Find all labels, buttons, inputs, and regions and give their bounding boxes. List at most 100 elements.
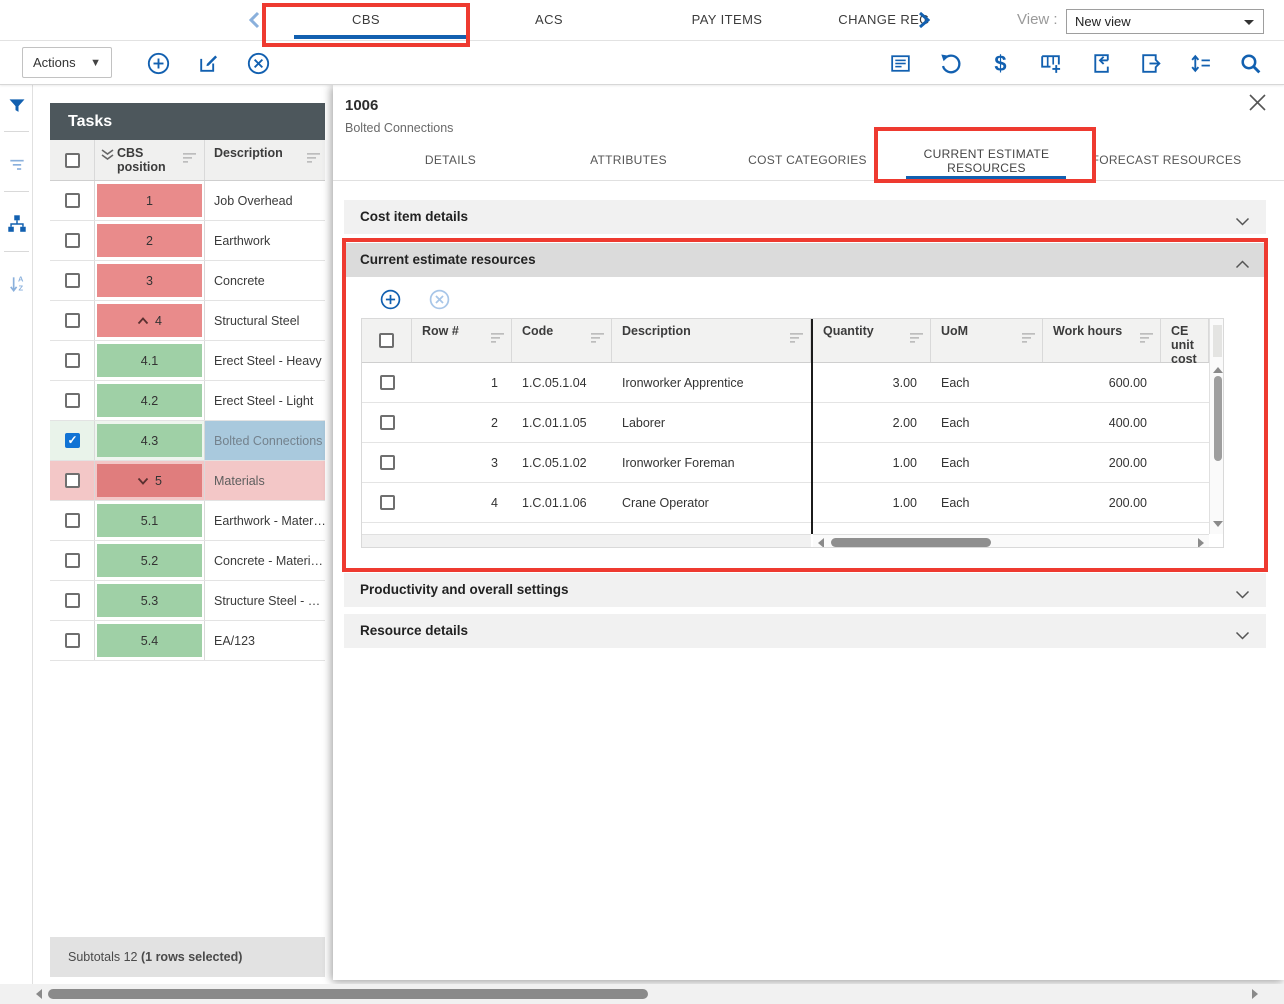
row-height-icon[interactable]: [1186, 49, 1214, 77]
task-row-checkbox[interactable]: [65, 233, 80, 248]
task-row[interactable]: 5Materials: [50, 461, 325, 501]
table-vertical-scrollbar[interactable]: [1209, 319, 1224, 534]
task-position-cell[interactable]: 4.1: [95, 341, 205, 380]
section-cost-item-details[interactable]: Cost item details: [344, 200, 1266, 234]
task-row[interactable]: 5.2Concrete - Materi…: [50, 541, 325, 581]
page-scroll-left-icon[interactable]: [36, 989, 42, 999]
tab-current-estimate-resources[interactable]: CURRENT ESTIMATE RESOURCES: [897, 140, 1076, 180]
resources-select-all-checkbox[interactable]: [379, 333, 394, 348]
dollar-icon[interactable]: $: [986, 49, 1014, 77]
task-row[interactable]: 4Structural Steel: [50, 301, 325, 341]
column-filter-icon[interactable]: [591, 333, 605, 347]
expand-row-icon[interactable]: [137, 477, 149, 485]
task-row[interactable]: 4.1Erect Steel - Heavy: [50, 341, 325, 381]
tasks-col-cbs-position[interactable]: CBS position: [95, 140, 205, 180]
task-row[interactable]: 5.4EA/123: [50, 621, 325, 661]
task-row-checkbox[interactable]: [65, 273, 80, 288]
task-row[interactable]: 5.3Structure Steel - …: [50, 581, 325, 621]
tab-forecast-resources[interactable]: FORECAST RESOURCES: [1077, 140, 1256, 180]
task-row-checkbox[interactable]: [65, 353, 80, 368]
cancel-circle-icon[interactable]: [244, 49, 272, 77]
task-description-cell[interactable]: Materials: [205, 461, 325, 500]
resources-col-ce_unit_cost[interactable]: CE unit cost: [1161, 319, 1209, 362]
task-position-cell[interactable]: 5.4: [95, 621, 205, 660]
import-icon[interactable]: [1086, 49, 1114, 77]
hierarchy-icon[interactable]: [4, 211, 29, 236]
page-scroll-right-icon[interactable]: [1252, 989, 1258, 999]
task-description-cell[interactable]: Job Overhead: [205, 181, 325, 220]
page-horizontal-scroll-thumb[interactable]: [48, 989, 648, 999]
vertical-scroll-thumb[interactable]: [1214, 376, 1222, 461]
actions-button[interactable]: Actions ▼: [22, 47, 112, 78]
task-description-cell[interactable]: Structure Steel - …: [205, 581, 325, 620]
task-row-checkbox[interactable]: [65, 593, 80, 608]
task-row-checkbox[interactable]: [65, 553, 80, 568]
task-row[interactable]: 1Job Overhead: [50, 181, 325, 221]
task-position-cell[interactable]: 1: [95, 181, 205, 220]
task-position-cell[interactable]: 4.2: [95, 381, 205, 420]
collapse-left-icon[interactable]: [249, 11, 260, 34]
section-productivity[interactable]: Productivity and overall settings: [344, 573, 1266, 607]
section-current-estimate-resources[interactable]: Current estimate resources: [344, 243, 1266, 277]
tab-cost-categories[interactable]: COST CATEGORIES: [718, 140, 897, 180]
task-description-cell[interactable]: Erect Steel - Light: [205, 381, 325, 420]
resources-col-uom[interactable]: UoM: [931, 319, 1043, 362]
task-description-cell[interactable]: Bolted Connections: [205, 421, 325, 460]
task-row[interactable]: 5.1Earthwork - Mater…: [50, 501, 325, 541]
column-filter-icon[interactable]: [491, 333, 505, 347]
task-row-checkbox[interactable]: [65, 473, 80, 488]
resources-col-description[interactable]: Description: [612, 319, 811, 362]
undo-icon[interactable]: [936, 49, 964, 77]
collapse-row-icon[interactable]: [137, 317, 149, 325]
task-description-cell[interactable]: Concrete - Materi…: [205, 541, 325, 580]
resource-row-checkbox[interactable]: [380, 455, 395, 470]
resource-row[interactable]: 11.C.05.1.04Ironworker Apprentice3.00Eac…: [362, 363, 1223, 403]
task-description-cell[interactable]: EA/123: [205, 621, 325, 660]
task-description-cell[interactable]: Earthwork - Mater…: [205, 501, 325, 540]
task-row-checkbox[interactable]: [65, 433, 80, 448]
filter-lines-icon[interactable]: [4, 151, 29, 176]
search-icon[interactable]: [1236, 49, 1264, 77]
filter-icon[interactable]: [4, 93, 29, 118]
task-row-checkbox[interactable]: [65, 633, 80, 648]
task-position-cell[interactable]: 3: [95, 261, 205, 300]
close-icon[interactable]: [1244, 89, 1270, 115]
scroll-up-icon[interactable]: [1213, 367, 1223, 373]
export-icon[interactable]: [1136, 49, 1164, 77]
resource-row[interactable]: 21.C.01.1.05Laborer2.00Each400.00: [362, 403, 1223, 443]
scroll-down-icon[interactable]: [1213, 521, 1223, 527]
task-row[interactable]: 2Earthwork: [50, 221, 325, 261]
task-position-cell[interactable]: 5: [95, 461, 205, 500]
task-position-cell[interactable]: 4.3: [95, 421, 205, 460]
section-resource-details[interactable]: Resource details: [344, 614, 1266, 648]
task-row-checkbox[interactable]: [65, 313, 80, 328]
column-filter-icon[interactable]: [1140, 333, 1154, 347]
tasks-select-all-checkbox[interactable]: [65, 153, 80, 168]
sort-az-icon[interactable]: AZ: [4, 271, 29, 296]
task-description-cell[interactable]: Erect Steel - Heavy: [205, 341, 325, 380]
nav-more-tabs-icon[interactable]: [917, 10, 930, 35]
resource-row[interactable]: 41.C.01.1.06Crane Operator1.00Each200.00: [362, 483, 1223, 523]
task-position-cell[interactable]: 4: [95, 301, 205, 340]
task-position-cell[interactable]: 5.2: [95, 541, 205, 580]
task-position-cell[interactable]: 5.3: [95, 581, 205, 620]
delete-resource-icon[interactable]: [426, 286, 452, 312]
task-description-cell[interactable]: Structural Steel: [205, 301, 325, 340]
horizontal-scroll-thumb[interactable]: [831, 538, 991, 547]
task-position-cell[interactable]: 2: [95, 221, 205, 260]
task-row[interactable]: 4.2Erect Steel - Light: [50, 381, 325, 421]
resource-row-checkbox[interactable]: [380, 375, 395, 390]
task-row-checkbox[interactable]: [65, 193, 80, 208]
add-resource-icon[interactable]: [377, 286, 403, 312]
scroll-right-icon[interactable]: [1198, 538, 1204, 548]
resources-col-row[interactable]: Row #: [412, 319, 512, 362]
resource-row[interactable]: 31.C.05.1.02Ironworker Foreman1.00Each20…: [362, 443, 1223, 483]
nav-tab-pay-items[interactable]: PAY ITEMS: [637, 0, 817, 40]
nav-tab-change-reg[interactable]: CHANGE REG: [809, 0, 959, 40]
table-horizontal-scrollbar[interactable]: [813, 534, 1209, 548]
nav-tab-cbs[interactable]: CBS: [276, 0, 456, 40]
tab-details[interactable]: DETAILS: [361, 140, 540, 180]
task-description-cell[interactable]: Concrete: [205, 261, 325, 300]
add-column-icon[interactable]: [1036, 49, 1064, 77]
collapse-all-icon[interactable]: [101, 149, 114, 164]
